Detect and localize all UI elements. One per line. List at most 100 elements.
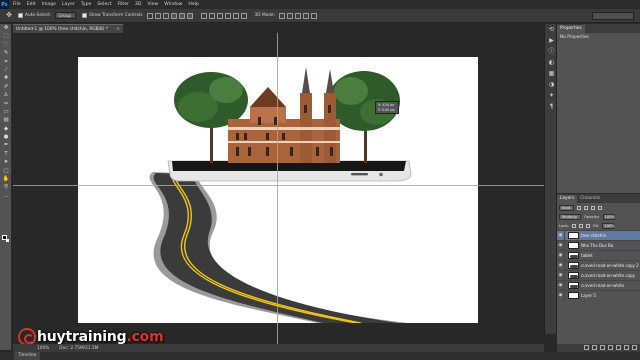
path-selection-tool-icon[interactable]: ➤ — [0, 158, 12, 166]
opacity-field[interactable]: 100% — [602, 213, 615, 220]
distribute-left-icon[interactable] — [224, 12, 231, 19]
zoom-level[interactable]: 100% — [37, 346, 49, 351]
eyedropper-tool-icon[interactable]: ⁄ — [0, 66, 12, 74]
layer-row[interactable]: ◉ curved-road-on-white copy 2 — [557, 260, 640, 271]
rectangle-tool-icon[interactable]: ▢ — [0, 167, 12, 175]
tab-properties[interactable]: Properties — [557, 25, 585, 33]
menu-file[interactable]: File — [13, 0, 21, 9]
visibility-eye-icon[interactable]: ◉ — [557, 290, 565, 301]
menu-filter[interactable]: Filter — [118, 0, 129, 9]
filter-adjustment-icon[interactable] — [584, 205, 589, 210]
layer-row[interactable]: ◉ Nha Tho Duc Ba — [557, 240, 640, 251]
layer-row[interactable]: ◉ tree chitchin — [557, 230, 640, 241]
foreground-color-swatch[interactable] — [2, 235, 7, 240]
layer-row[interactable]: ◉ tablet — [557, 250, 640, 261]
blur-tool-icon[interactable]: ◆ — [0, 125, 12, 133]
link-layers-icon[interactable] — [584, 345, 589, 350]
align-right-icon[interactable] — [186, 12, 193, 19]
transform-controls-checkbox[interactable] — [82, 13, 88, 18]
dodge-tool-icon[interactable]: ● — [0, 133, 12, 141]
roll-3d-icon[interactable] — [287, 12, 294, 19]
auto-select-dropdown[interactable]: Group — [55, 12, 77, 19]
new-group-icon[interactable] — [616, 345, 621, 350]
menu-select[interactable]: Select — [97, 0, 111, 9]
pen-tool-icon[interactable]: ✒ — [0, 141, 12, 149]
visibility-eye-icon[interactable]: ◉ — [557, 240, 565, 251]
menu-window[interactable]: Window — [164, 0, 182, 9]
filter-pixel-icon[interactable] — [577, 205, 582, 210]
blend-mode-dropdown[interactable]: Multiply — [559, 213, 581, 220]
lock-all-icon[interactable] — [585, 223, 590, 228]
lock-position-icon[interactable] — [578, 223, 583, 228]
align-center-icon[interactable] — [178, 12, 185, 19]
tab-layers[interactable]: Layers — [557, 195, 578, 203]
layer-row[interactable]: ◉ curved-road-on-white copy — [557, 270, 640, 281]
marquee-tool-icon[interactable]: ⬚ — [0, 32, 12, 40]
zoom-tool-icon[interactable]: ⚲ — [0, 183, 12, 191]
clone-stamp-tool-icon[interactable]: ♙ — [0, 91, 12, 99]
type-tool-icon[interactable]: T — [0, 150, 12, 158]
canvas-area[interactable]: X: 424 px Y: 0.00 px — [13, 33, 544, 344]
visibility-eye-icon[interactable]: ◉ — [557, 270, 565, 281]
menu-help[interactable]: Help — [188, 0, 198, 9]
layer-row[interactable]: ◉ Layer 5 — [557, 290, 640, 301]
fill-field[interactable]: 100% — [602, 222, 615, 229]
layer-filter-dropdown[interactable]: Kind — [559, 204, 575, 211]
filter-type-icon[interactable] — [591, 205, 596, 210]
healing-brush-tool-icon[interactable]: ✚ — [0, 74, 12, 82]
brush-tool-icon[interactable]: ✐ — [0, 83, 12, 91]
align-top-icon[interactable] — [146, 12, 153, 19]
layer-row[interactable]: ◉ curved-road-on-white — [557, 280, 640, 291]
vertical-guide[interactable] — [277, 33, 278, 344]
timeline-tab[interactable]: Timeline — [14, 352, 41, 360]
move-tool-icon[interactable]: ✥ — [0, 24, 12, 32]
menu-3d[interactable]: 3D — [135, 0, 141, 9]
history-brush-tool-icon[interactable]: ✑ — [0, 100, 12, 108]
align-left-icon[interactable] — [170, 12, 177, 19]
visibility-eye-icon[interactable]: ◉ — [557, 230, 565, 241]
rotate-3d-icon[interactable] — [279, 12, 286, 19]
hand-tool-icon[interactable]: ✋ — [0, 175, 12, 183]
more-tools-icon[interactable]: … — [0, 192, 12, 200]
auto-select-checkbox[interactable] — [18, 13, 23, 18]
visibility-eye-icon[interactable]: ◉ — [557, 280, 565, 291]
delete-layer-icon[interactable] — [632, 345, 637, 350]
quick-select-tool-icon[interactable]: ✎ — [0, 49, 12, 57]
menu-image[interactable]: Image — [42, 0, 56, 9]
workspace-switcher[interactable] — [592, 12, 634, 20]
distribute-middle-icon[interactable] — [208, 12, 215, 19]
menu-edit[interactable]: Edit — [27, 0, 36, 9]
align-bottom-icon[interactable] — [162, 12, 169, 19]
add-mask-icon[interactable] — [600, 345, 605, 350]
horizontal-guide[interactable] — [13, 185, 544, 186]
distribute-right-icon[interactable] — [240, 12, 247, 19]
slide-3d-icon[interactable] — [303, 12, 310, 19]
distribute-bottom-icon[interactable] — [216, 12, 223, 19]
document-tab[interactable]: Untitled-1 @ 100% (tree chitchin, RGB/8)… — [13, 24, 123, 33]
menu-view[interactable]: View — [147, 0, 158, 9]
eraser-tool-icon[interactable]: ▭ — [0, 108, 12, 116]
layer-style-icon[interactable] — [592, 345, 597, 350]
align-middle-icon[interactable] — [154, 12, 161, 19]
move-icon[interactable]: ✥ — [4, 11, 14, 20]
menu-type[interactable]: Type — [81, 0, 92, 9]
drag-3d-icon[interactable] — [295, 12, 302, 19]
cathedral-roof — [250, 87, 286, 107]
lock-pixels-icon[interactable] — [571, 223, 576, 228]
tab-channels[interactable]: Channels — [577, 195, 603, 203]
photoshop-logo[interactable]: Ps — [0, 0, 9, 9]
visibility-eye-icon[interactable]: ◉ — [557, 260, 565, 271]
crop-tool-icon[interactable]: ⌗ — [0, 58, 12, 66]
visibility-eye-icon[interactable]: ◉ — [557, 250, 565, 261]
adjustment-layer-icon[interactable] — [608, 345, 613, 350]
menu-layer[interactable]: Layer — [62, 0, 75, 9]
distribute-top-icon[interactable] — [200, 12, 207, 19]
document-canvas[interactable] — [78, 57, 478, 323]
distribute-center-icon[interactable] — [232, 12, 239, 19]
lasso-tool-icon[interactable]: ➰ — [0, 41, 12, 49]
scale-3d-icon[interactable] — [311, 12, 318, 19]
auto-select-label: Auto-Select: — [25, 13, 52, 18]
new-layer-icon[interactable] — [624, 345, 629, 350]
gradient-tool-icon[interactable]: ▤ — [0, 116, 12, 124]
filter-shape-icon[interactable] — [598, 205, 603, 210]
